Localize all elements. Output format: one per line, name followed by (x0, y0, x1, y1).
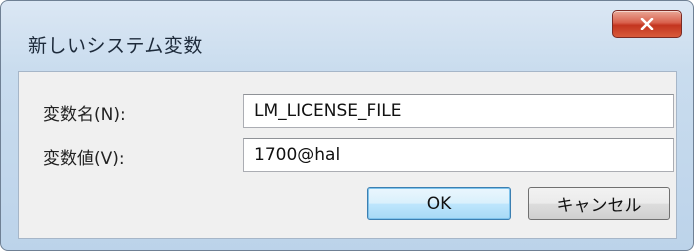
close-button[interactable] (612, 10, 682, 38)
cancel-button[interactable]: キャンセル (528, 187, 670, 220)
variable-value-label: 変数値(V): (43, 149, 125, 169)
ok-button[interactable]: OK (367, 187, 511, 220)
dialog-content: 変数名(N): LM_LICENSE_FILE 変数値(V): 1700@hal… (18, 71, 677, 239)
dialog-window: 新しいシステム変数 変数名(N): LM_LICENSE_FILE 変数値(V)… (0, 0, 694, 251)
variable-name-input[interactable]: LM_LICENSE_FILE (243, 94, 674, 128)
close-icon (640, 18, 654, 30)
dialog-title: 新しいシステム変数 (28, 35, 203, 57)
variable-value-input[interactable]: 1700@hal (243, 138, 674, 172)
title-bar[interactable]: 新しいシステム変数 (1, 1, 693, 71)
variable-name-label: 変数名(N): (43, 105, 126, 125)
